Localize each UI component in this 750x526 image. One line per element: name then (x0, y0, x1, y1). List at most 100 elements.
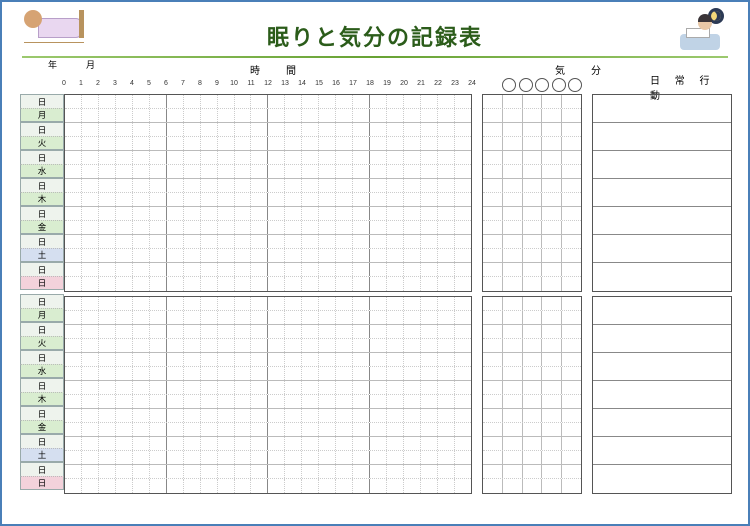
hour-tick: 24 (468, 80, 476, 87)
mood-row (483, 297, 581, 311)
day-label-pair: 日月 (20, 94, 64, 122)
content: 年 月 時 間 気 分 日 常 行 動 01234567891011121314… (2, 54, 748, 514)
time-row (65, 151, 471, 165)
time-row (65, 179, 471, 193)
activity-row (593, 325, 731, 353)
time-heading: 時 間 (250, 62, 304, 77)
mood-row (483, 423, 581, 437)
mood-face-icon (568, 78, 582, 92)
hour-tick: 21 (417, 80, 425, 87)
hour-tick: 23 (451, 80, 459, 87)
time-row (65, 193, 471, 207)
mood-row (483, 165, 581, 179)
day-label-pair: 日木 (20, 378, 64, 406)
activity-row (593, 95, 731, 123)
mood-face-icon (535, 78, 549, 92)
hour-tick: 6 (164, 80, 168, 87)
day-column: 日月日火日水日木日金日土日日日月日火日水日木日金日土日日 (20, 94, 64, 490)
activity-row (593, 297, 731, 325)
day-label-pair: 日日 (20, 262, 64, 290)
mood-row (483, 95, 581, 109)
time-row (65, 249, 471, 263)
hour-tick: 11 (247, 80, 254, 87)
day-label-pair: 日火 (20, 122, 64, 150)
mood-row (483, 151, 581, 165)
time-row (65, 137, 471, 151)
mood-row (483, 409, 581, 423)
mood-row (483, 325, 581, 339)
time-grid (64, 94, 472, 494)
mood-face-icon (502, 78, 516, 92)
time-row (65, 451, 471, 465)
day-label-pair: 日日 (20, 462, 64, 490)
mood-row (483, 221, 581, 235)
mood-row (483, 123, 581, 137)
activity-grid (592, 94, 732, 494)
time-row (65, 277, 471, 291)
day-label-pair: 日木 (20, 178, 64, 206)
hour-tick: 19 (383, 80, 391, 87)
mood-face-icon (552, 78, 566, 92)
activity-row (593, 263, 731, 291)
activity-row (593, 207, 731, 235)
time-row (65, 409, 471, 423)
hour-axis: 0123456789101112131415161718192021222324 (64, 80, 472, 92)
time-row (65, 221, 471, 235)
hour-tick: 3 (113, 80, 117, 87)
day-label-pair: 日月 (20, 294, 64, 322)
time-row (65, 381, 471, 395)
activity-row (593, 465, 731, 493)
mood-row (483, 207, 581, 221)
time-row (65, 423, 471, 437)
mood-row (483, 277, 581, 291)
time-row (65, 339, 471, 353)
hour-tick: 20 (400, 80, 408, 87)
time-row (65, 353, 471, 367)
time-row (65, 95, 471, 109)
day-label-pair: 日水 (20, 350, 64, 378)
mood-face-icon (519, 78, 533, 92)
mood-row (483, 263, 581, 277)
time-row (65, 123, 471, 137)
mood-row (483, 367, 581, 381)
hour-tick: 8 (198, 80, 202, 87)
hour-tick: 0 (62, 80, 66, 87)
mood-row (483, 465, 581, 479)
mood-row (483, 137, 581, 151)
illustration-sleeping (24, 8, 84, 48)
hour-tick: 7 (181, 80, 185, 87)
activity-row (593, 353, 731, 381)
hour-tick: 16 (332, 80, 340, 87)
mood-row (483, 249, 581, 263)
activity-row (593, 179, 731, 207)
mood-row (483, 179, 581, 193)
page-title: 眠りと気分の記録表 (2, 20, 748, 52)
time-row (65, 263, 471, 277)
header: 眠りと気分の記録表 (2, 2, 748, 54)
hour-tick: 12 (264, 80, 272, 87)
hour-tick: 10 (230, 80, 238, 87)
mood-row (483, 311, 581, 325)
time-row (65, 367, 471, 381)
mood-row (483, 479, 581, 493)
day-label-pair: 日土 (20, 234, 64, 262)
day-label-pair: 日金 (20, 206, 64, 234)
hour-tick: 18 (366, 80, 374, 87)
hour-tick: 13 (281, 80, 289, 87)
time-row (65, 165, 471, 179)
hour-tick: 2 (96, 80, 100, 87)
mood-row (483, 353, 581, 367)
hour-tick: 15 (315, 80, 323, 87)
hour-tick: 17 (349, 80, 357, 87)
day-label-pair: 日土 (20, 434, 64, 462)
illustration-reading-moon (680, 8, 726, 50)
hour-tick: 22 (434, 80, 442, 87)
time-row (65, 479, 471, 493)
mood-row (483, 395, 581, 409)
mood-row (483, 193, 581, 207)
mood-row (483, 381, 581, 395)
hour-tick: 4 (130, 80, 134, 87)
day-label-pair: 日火 (20, 322, 64, 350)
mood-row (483, 235, 581, 249)
hour-tick: 9 (215, 80, 219, 87)
